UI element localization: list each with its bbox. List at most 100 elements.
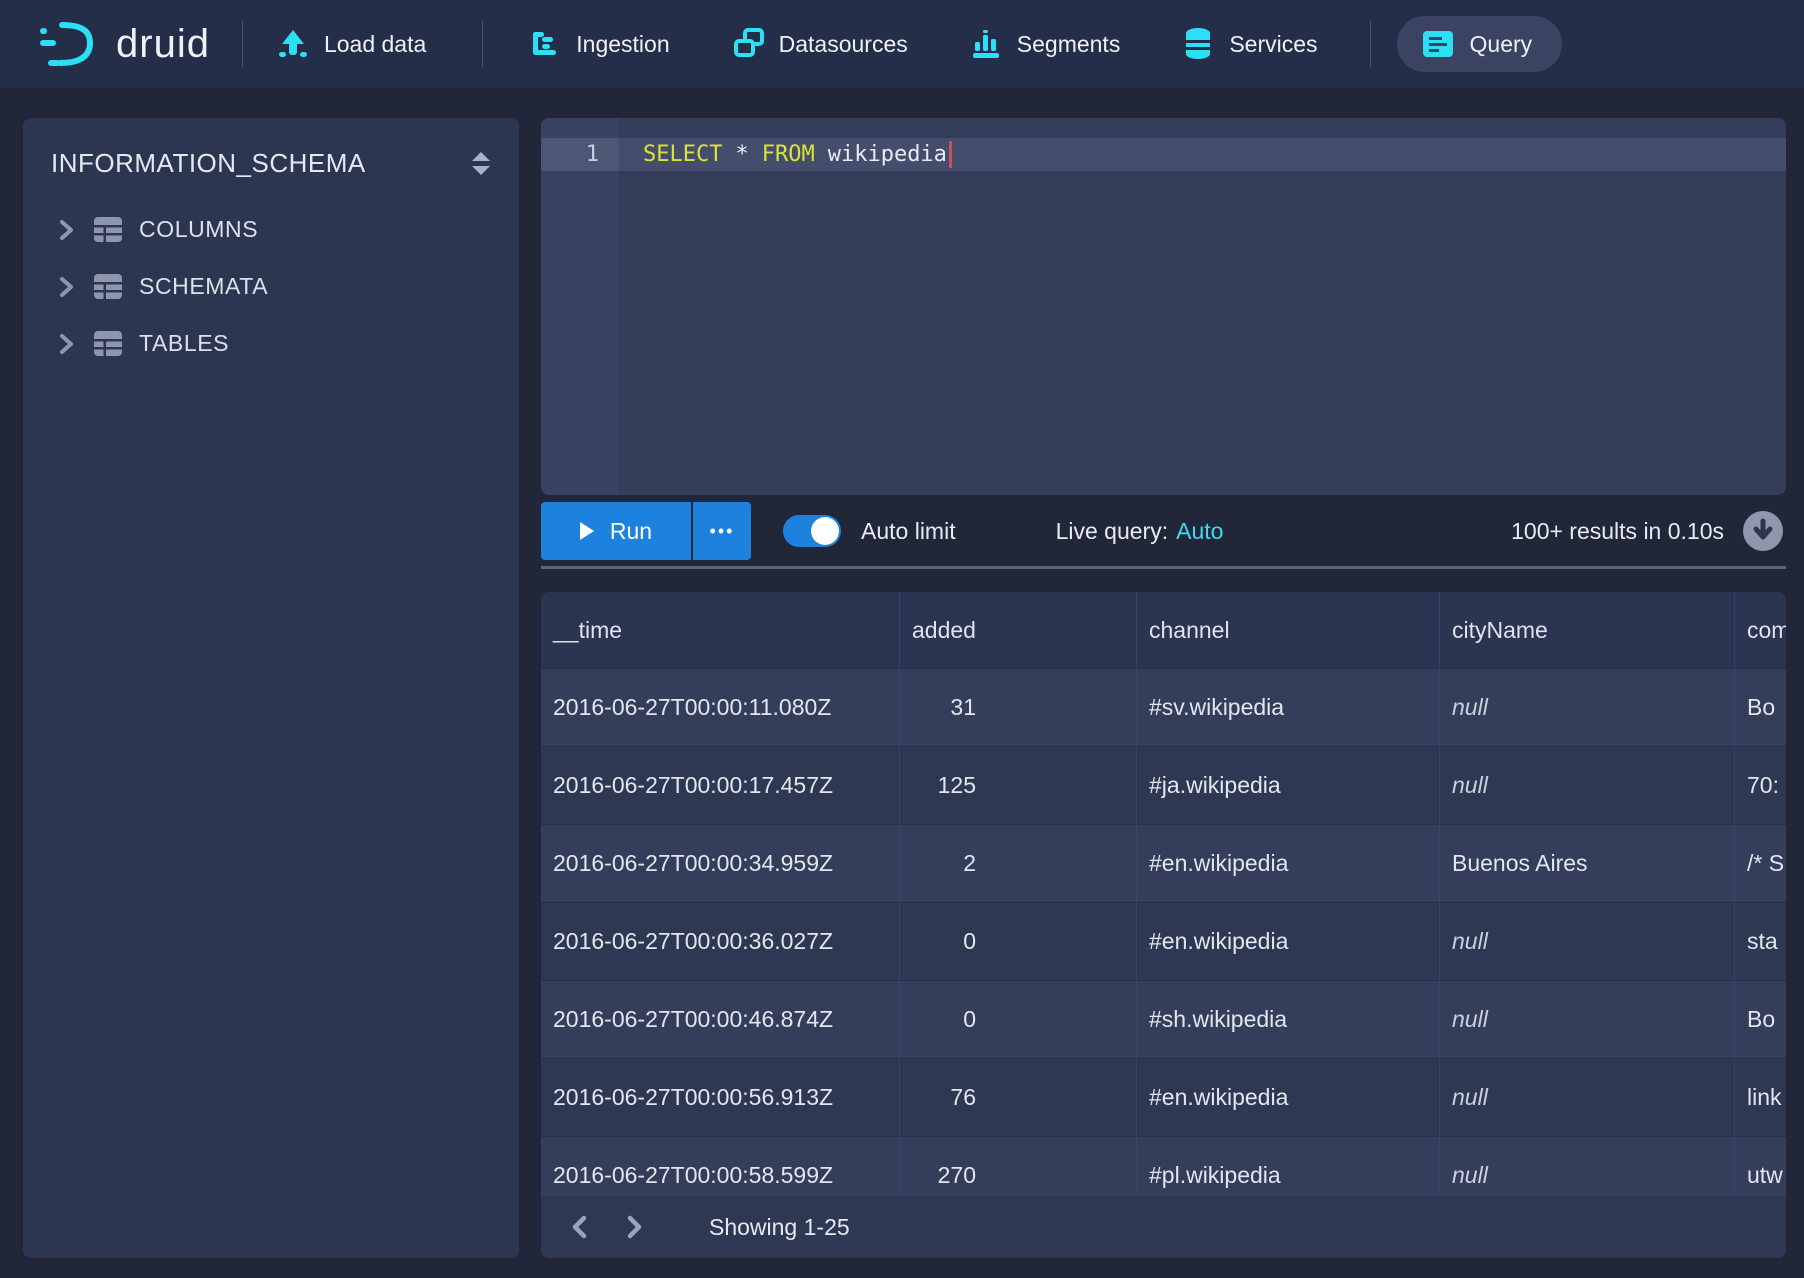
cell-channel[interactable]: #en.wikipedia xyxy=(1137,824,1440,902)
sidebar-item-label: COLUMNS xyxy=(139,216,258,243)
cell-comment[interactable]: Bo xyxy=(1735,668,1786,746)
cell-comment[interactable]: 70: xyxy=(1735,746,1786,824)
cell-cityname[interactable]: null xyxy=(1440,902,1735,980)
line-number: 1 xyxy=(586,142,599,167)
cell-added[interactable]: 125 xyxy=(900,746,1137,824)
cell-channel[interactable]: #sh.wikipedia xyxy=(1137,980,1440,1058)
results-panel: __time added channel cityName comment 20… xyxy=(541,592,1786,1258)
schema-sidebar: INFORMATION_SCHEMA xyxy=(23,118,519,1258)
sidebar-item-label: SCHEMATA xyxy=(139,273,268,300)
nav-item-label: Load data xyxy=(324,31,426,58)
cell-time[interactable]: 2016-06-27T00:00:46.874Z xyxy=(541,980,900,1058)
cell-added[interactable]: 0 xyxy=(900,902,1137,980)
cell-channel[interactable]: #en.wikipedia xyxy=(1137,1058,1440,1136)
panel-divider xyxy=(541,566,1786,569)
editor-code-area[interactable]: SELECT * FROM wikipedia xyxy=(619,118,1786,495)
play-icon xyxy=(580,522,594,540)
cell-cityname[interactable]: null xyxy=(1440,746,1735,824)
cell-comment[interactable]: Bo xyxy=(1735,980,1786,1058)
nav-item-load-data[interactable]: Load data xyxy=(277,28,426,60)
sidebar-item-columns[interactable]: COLUMNS xyxy=(23,201,519,258)
cell-added[interactable]: 76 xyxy=(900,1058,1137,1136)
table-row: 2016-06-27T00:00:56.913Z 76 #en.wikipedi… xyxy=(541,1058,1786,1136)
sql-editor[interactable]: 1 SELECT * FROM wikipedia xyxy=(541,118,1786,495)
nav-item-label: Datasources xyxy=(779,31,908,58)
cell-channel[interactable]: #ja.wikipedia xyxy=(1137,746,1440,824)
cell-time[interactable]: 2016-06-27T00:00:36.027Z xyxy=(541,902,900,980)
cell-channel[interactable]: #sv.wikipedia xyxy=(1137,668,1440,746)
query-toolbar: Run ••• Auto limit Live query: Auto 100+… xyxy=(541,502,1786,560)
database-icon xyxy=(1182,27,1214,61)
sidebar-item-schemata[interactable]: SCHEMATA xyxy=(23,258,519,315)
table-row: 2016-06-27T00:00:36.027Z 0 #en.wikipedia… xyxy=(541,902,1786,980)
cell-added[interactable]: 31 xyxy=(900,668,1137,746)
sql-star: * xyxy=(735,142,748,167)
double-caret-sort-icon[interactable] xyxy=(471,151,491,177)
cell-time[interactable]: 2016-06-27T00:00:17.457Z xyxy=(541,746,900,824)
chevron-right-icon xyxy=(55,218,77,242)
nav-item-label: Query xyxy=(1470,31,1533,58)
results-summary: 100+ results in 0.10s xyxy=(1511,518,1724,545)
brand: druid xyxy=(38,18,210,70)
cell-cityname[interactable]: null xyxy=(1440,668,1735,746)
auto-limit-toggle[interactable] xyxy=(783,515,841,547)
bar-chart-icon xyxy=(970,28,1002,60)
previous-page-button[interactable] xyxy=(565,1212,595,1242)
cell-cityname[interactable]: Buenos Aires xyxy=(1440,824,1735,902)
pagination-status: Showing 1-25 xyxy=(709,1214,850,1241)
nav-divider xyxy=(1370,21,1371,67)
nav-item-label: Ingestion xyxy=(576,31,669,58)
nav-item-segments[interactable]: Segments xyxy=(970,28,1121,60)
text-cursor xyxy=(949,141,952,168)
table-grid-icon xyxy=(93,216,123,243)
cell-cityname[interactable]: null xyxy=(1440,1058,1735,1136)
cell-comment[interactable]: link xyxy=(1735,1058,1786,1136)
table-row: 2016-06-27T00:00:46.874Z 0 #sh.wikipedia… xyxy=(541,980,1786,1058)
column-header-added[interactable]: added xyxy=(900,592,1137,668)
next-page-button[interactable] xyxy=(619,1212,649,1242)
table-grid-icon xyxy=(93,330,123,357)
nav-item-label: Segments xyxy=(1017,31,1121,58)
table-row: 2016-06-27T00:00:11.080Z 31 #sv.wikipedi… xyxy=(541,668,1786,746)
console-icon xyxy=(1421,29,1455,59)
run-button[interactable]: Run xyxy=(541,502,691,560)
druid-logo-icon xyxy=(38,18,100,70)
nav-item-ingestion[interactable]: Ingestion xyxy=(529,28,669,60)
cell-cityname[interactable]: null xyxy=(1440,980,1735,1058)
sidebar-item-label: TABLES xyxy=(139,330,229,357)
cell-added[interactable]: 2 xyxy=(900,824,1137,902)
run-more-button[interactable]: ••• xyxy=(693,502,751,560)
cell-added[interactable]: 0 xyxy=(900,980,1137,1058)
cell-comment[interactable]: /* S xyxy=(1735,824,1786,902)
cell-time[interactable]: 2016-06-27T00:00:11.080Z xyxy=(541,668,900,746)
sql-keyword: FROM xyxy=(762,142,815,167)
upload-arrow-icon xyxy=(277,28,309,60)
table-grid-icon xyxy=(93,273,123,300)
chevron-right-icon xyxy=(55,275,77,299)
table-row: 2016-06-27T00:00:34.959Z 2 #en.wikipedia… xyxy=(541,824,1786,902)
download-icon[interactable] xyxy=(1742,510,1784,552)
sql-keyword: SELECT xyxy=(643,142,722,167)
column-header-cityname[interactable]: cityName xyxy=(1440,592,1735,668)
sql-line-1: SELECT * FROM wikipedia xyxy=(619,138,1786,171)
column-header-channel[interactable]: channel xyxy=(1137,592,1440,668)
editor-gutter: 1 xyxy=(541,118,619,495)
schema-title: INFORMATION_SCHEMA xyxy=(51,148,366,179)
column-header-time[interactable]: __time xyxy=(541,592,900,668)
cell-time[interactable]: 2016-06-27T00:00:34.959Z xyxy=(541,824,900,902)
sidebar-item-tables[interactable]: TABLES xyxy=(23,315,519,372)
live-query-label: Live query: xyxy=(1056,518,1169,545)
nav-item-query[interactable]: Query xyxy=(1397,16,1563,72)
table-row: 2016-06-27T00:00:17.457Z 125 #ja.wikiped… xyxy=(541,746,1786,824)
column-header-comment[interactable]: comment xyxy=(1735,592,1786,668)
sql-table-name: wikipedia xyxy=(828,142,947,167)
nav-divider xyxy=(242,21,243,67)
nav-item-datasources[interactable]: Datasources xyxy=(732,28,908,60)
cell-time[interactable]: 2016-06-27T00:00:56.913Z xyxy=(541,1058,900,1136)
ingestion-chart-icon xyxy=(529,28,561,60)
live-query-value[interactable]: Auto xyxy=(1176,518,1223,545)
cell-channel[interactable]: #en.wikipedia xyxy=(1137,902,1440,980)
nav-item-services[interactable]: Services xyxy=(1182,27,1317,61)
stacked-layers-icon xyxy=(732,28,764,60)
cell-comment[interactable]: sta xyxy=(1735,902,1786,980)
